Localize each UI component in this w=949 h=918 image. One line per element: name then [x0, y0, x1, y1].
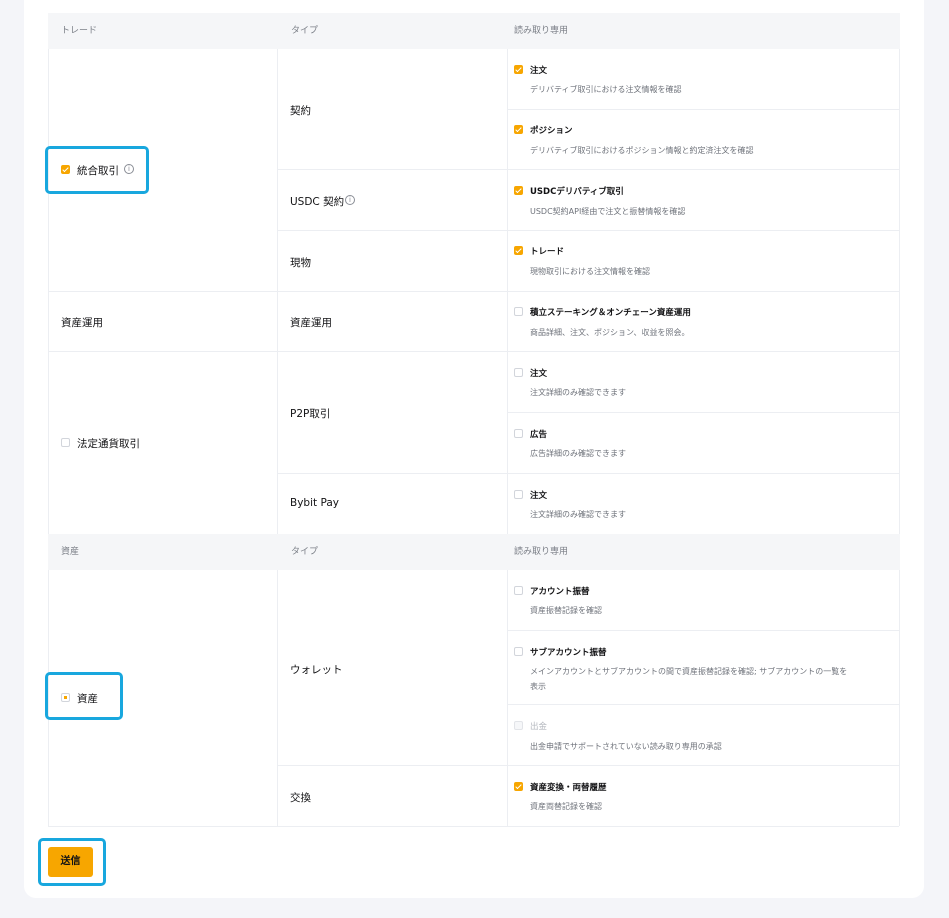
table-border-right [899, 570, 900, 826]
type-p2p: P2P取引 [290, 408, 331, 420]
earn-group-label: 資産運用 [61, 317, 103, 329]
perm-desc: 商品詳細、注文、ポジション、収益を照会。 [530, 328, 690, 337]
table-border-right [899, 49, 900, 534]
perm-title: 積立ステーキング＆オンチェーン資産運用 [530, 308, 691, 318]
fiat-trading-checkbox[interactable] [61, 438, 70, 447]
row-divider [278, 765, 899, 766]
header-type: タイプ [291, 547, 319, 557]
perm-earn-staking-checkbox[interactable] [514, 307, 523, 316]
fiat-trading-label: 法定通貨取引 [77, 438, 140, 450]
perm-desc: 資産両替記録を確認 [530, 802, 602, 811]
perm-desc: 現物取引における注文情報を確認 [530, 267, 650, 276]
type-spot: 現物 [290, 257, 311, 269]
highlight-box [45, 672, 123, 720]
perm-title: 出金 [530, 722, 548, 732]
perm-desc: 注文詳細のみ確認できます [530, 388, 626, 397]
row-divider [508, 630, 899, 631]
perm-usdc-derivatives-checkbox[interactable] [514, 186, 523, 195]
perm-contract-position-checkbox[interactable] [514, 125, 523, 134]
row-divider [508, 704, 899, 705]
perm-title: トレード [530, 247, 565, 257]
table-border-bottom [48, 826, 899, 827]
highlight-box [38, 838, 106, 886]
type-exchange: 交換 [290, 792, 311, 804]
perm-desc: 広告詳細のみ確認できます [530, 449, 626, 458]
type-bybit-pay: Bybit Pay [290, 497, 339, 509]
perm-title: 資産変換・両替履歴 [530, 783, 607, 793]
header-assets: 資産 [61, 547, 80, 557]
column-divider [507, 570, 508, 826]
trade-table-header: トレード タイプ 読み取り専用 [48, 13, 900, 49]
perm-desc: 注文詳細のみ確認できます [530, 510, 626, 519]
type-usdc-contract: USDC 契約 [290, 196, 345, 208]
row-divider [508, 109, 899, 110]
perm-desc: 表示 [530, 682, 546, 691]
column-divider [277, 570, 278, 826]
highlight-box [45, 146, 149, 194]
perm-desc: デリバティブ取引におけるポジション情報と約定済注文を確認 [530, 146, 754, 155]
perm-contract-order-checkbox[interactable] [514, 65, 523, 74]
perm-account-transfer-checkbox[interactable] [514, 586, 523, 595]
row-divider [278, 473, 899, 474]
perm-title: USDCデリバティブ取引 [530, 187, 624, 197]
perm-title: 広告 [530, 430, 548, 440]
assets-table-header: 資産 タイプ 読み取り専用 [48, 534, 900, 570]
perm-title: ポジション [530, 126, 573, 136]
perm-sub-transfer-checkbox[interactable] [514, 647, 523, 656]
perm-desc: 出金申請でサポートされていない読み取り専用の承認 [530, 742, 722, 751]
perm-p2p-order-checkbox[interactable] [514, 368, 523, 377]
row-divider [508, 412, 899, 413]
perm-title: サブアカウント振替 [530, 648, 607, 658]
row-divider [278, 169, 899, 170]
permissions-card [24, 0, 924, 898]
perm-spot-trade-checkbox[interactable] [514, 246, 523, 255]
perm-p2p-ads-checkbox[interactable] [514, 429, 523, 438]
perm-convert-history-checkbox[interactable] [514, 782, 523, 791]
type-contract: 契約 [290, 105, 311, 117]
perm-desc: デリバティブ取引における注文情報を確認 [530, 85, 682, 94]
header-readonly: 読み取り専用 [514, 26, 569, 36]
perm-title: 注文 [530, 369, 548, 379]
row-divider [48, 351, 899, 352]
perm-title: 注文 [530, 491, 548, 501]
perm-withdrawal-checkbox [514, 721, 523, 730]
perm-desc: メインアカウントとサブアカウントの間で資産振替記録を確認; サブアカウントの一覧… [530, 667, 848, 676]
type-earn: 資産運用 [290, 317, 332, 329]
perm-title: アカウント振替 [530, 587, 590, 597]
type-wallet: ウォレット [290, 664, 343, 676]
perm-desc: USDC契約API経由で注文と振替情報を確認 [530, 207, 686, 216]
header-trade: トレード [61, 26, 98, 36]
info-icon[interactable]: i [345, 195, 355, 205]
perm-pay-order-checkbox[interactable] [514, 490, 523, 499]
header-readonly: 読み取り専用 [514, 547, 569, 557]
perm-desc: 資産振替記録を確認 [530, 606, 602, 615]
row-divider [48, 291, 899, 292]
header-type: タイプ [291, 26, 319, 36]
perm-title: 注文 [530, 66, 548, 76]
row-divider [278, 230, 899, 231]
